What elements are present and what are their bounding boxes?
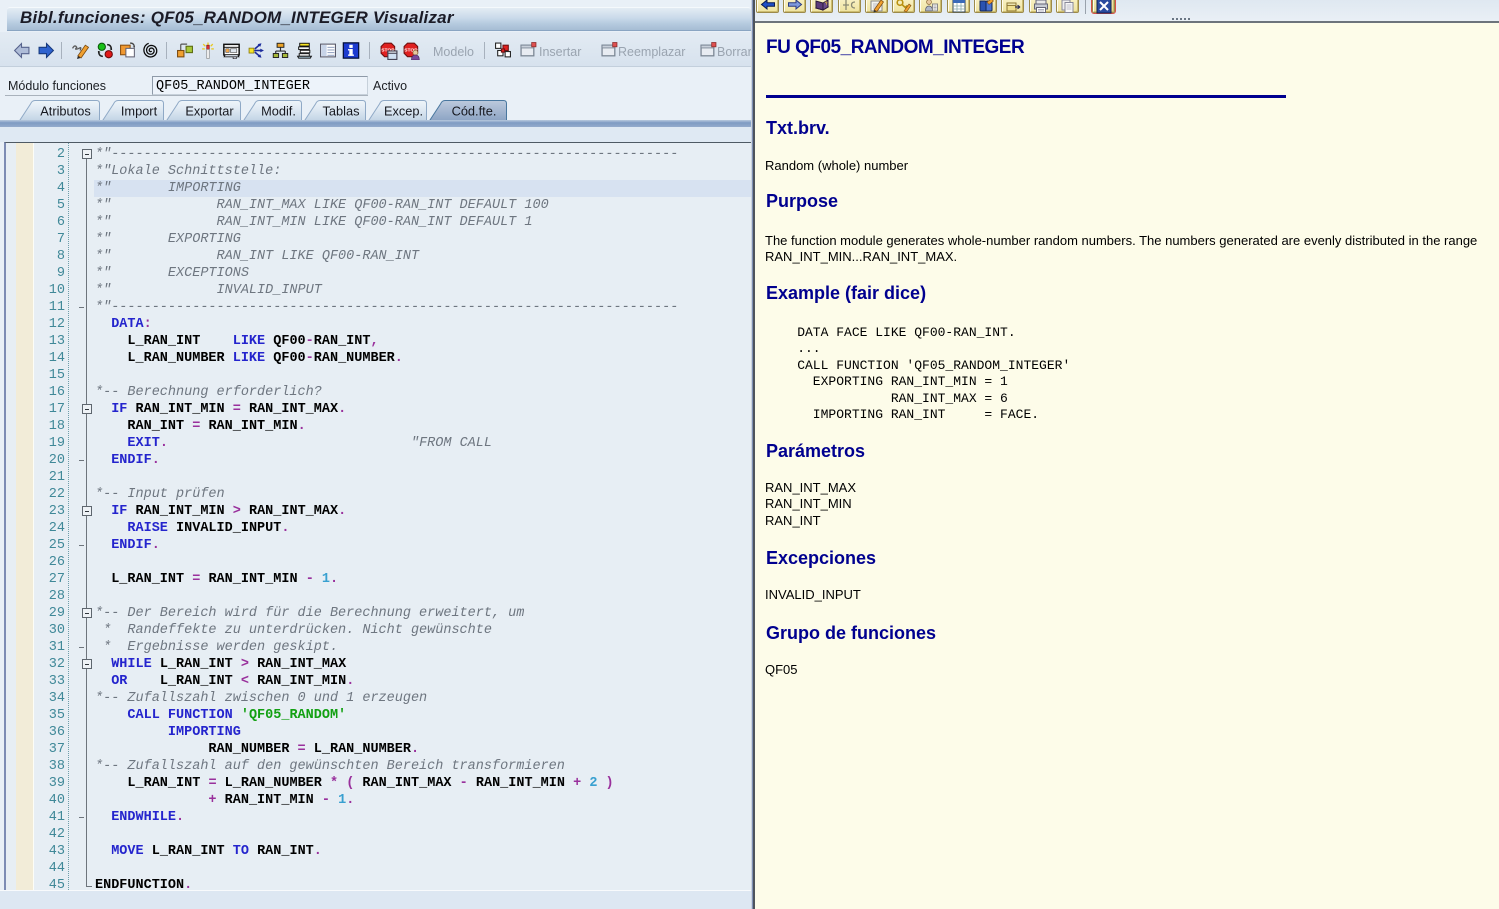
svg-text:Import: Import — [121, 104, 158, 119]
svg-text:Excep.: Excep. — [384, 104, 423, 119]
svg-text:Exportar: Exportar — [185, 104, 234, 119]
svg-text:Modif.: Modif. — [261, 104, 296, 119]
svg-text:Tablas: Tablas — [323, 104, 360, 119]
svg-text:Cód.fte.: Cód.fte. — [452, 104, 497, 119]
svg-text:Atributos: Atributos — [40, 104, 91, 119]
